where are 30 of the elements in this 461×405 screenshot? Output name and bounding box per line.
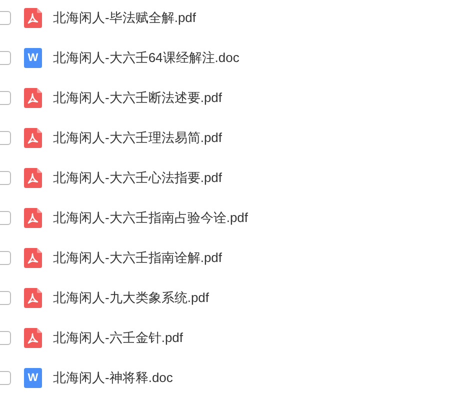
file-name[interactable]: 北海闲人-大六壬理法易简.pdf — [53, 128, 222, 148]
file-name[interactable]: 北海闲人-神将释.doc — [53, 368, 173, 388]
checkbox[interactable] — [0, 51, 11, 65]
file-name[interactable]: 北海闲人-大六壬64课经解注.doc — [53, 48, 240, 68]
checkbox[interactable] — [0, 11, 11, 25]
pdf-file-icon — [24, 288, 42, 308]
file-name[interactable]: 北海闲人-大六壬指南占验今诠.pdf — [53, 208, 248, 228]
pdf-file-icon — [24, 208, 42, 228]
file-name[interactable]: 北海闲人-大六壬断法述要.pdf — [53, 88, 222, 108]
pdf-file-icon — [24, 248, 42, 268]
file-name[interactable]: 北海闲人-大六壬指南诠解.pdf — [53, 248, 222, 268]
pdf-file-icon — [24, 168, 42, 188]
pdf-file-icon — [24, 88, 42, 108]
pdf-file-icon — [24, 328, 42, 348]
checkbox[interactable] — [0, 211, 11, 225]
checkbox[interactable] — [0, 171, 11, 185]
pdf-file-icon — [24, 128, 42, 148]
checkbox[interactable] — [0, 131, 11, 145]
file-name[interactable]: 北海闲人-大六壬心法指要.pdf — [53, 168, 222, 188]
word-file-icon: W — [24, 368, 42, 388]
word-file-icon: W — [24, 48, 42, 68]
checkbox[interactable] — [0, 291, 11, 305]
checkbox[interactable] — [0, 371, 11, 385]
checkbox[interactable] — [0, 251, 11, 265]
checkbox[interactable] — [0, 331, 11, 345]
checkbox[interactable] — [0, 91, 11, 105]
file-name[interactable]: 北海闲人-六壬金针.pdf — [53, 328, 184, 348]
pdf-file-icon — [24, 8, 42, 28]
file-name[interactable]: 北海闲人-九大类象系统.pdf — [53, 288, 210, 308]
file-name[interactable]: 北海闲人-毕法赋全解.pdf — [53, 8, 196, 28]
